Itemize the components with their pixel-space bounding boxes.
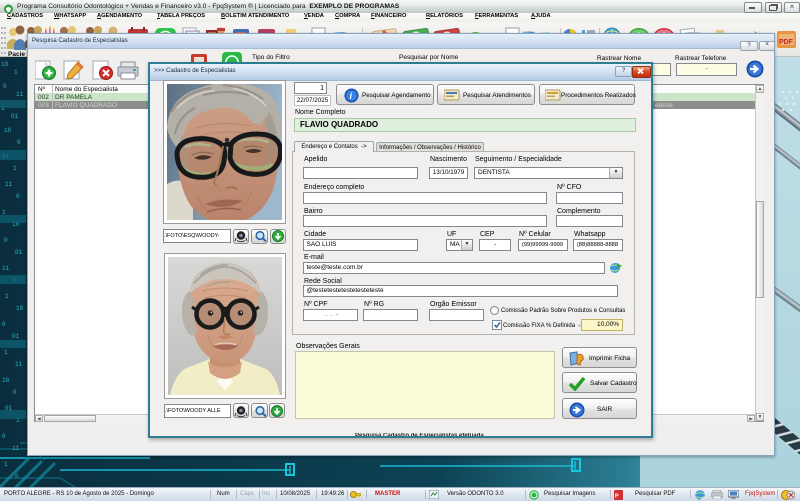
svg-text:PDF: PDF [779, 39, 794, 46]
svg-text:0: 0 [2, 433, 6, 440]
svg-text:0: 0 [2, 321, 6, 328]
svg-text:1: 1 [13, 165, 17, 172]
svg-text:11: 11 [5, 181, 13, 188]
svg-text:11: 11 [15, 361, 23, 368]
svg-text:11: 11 [2, 265, 10, 272]
svg-text:0: 0 [3, 83, 7, 90]
svg-text:01: 01 [12, 333, 20, 340]
svg-text:P: P [615, 494, 619, 500]
svg-text:10: 10 [1, 61, 9, 68]
svg-text:Pacie: Pacie [8, 51, 25, 58]
svg-text:10: 10 [4, 127, 12, 134]
svg-text:1: 1 [4, 461, 8, 468]
svg-text:0: 0 [17, 139, 21, 146]
svg-text:0: 0 [15, 473, 19, 480]
svg-text:1: 1 [14, 69, 18, 76]
svg-text:11: 11 [16, 91, 24, 98]
svg-text:01: 01 [11, 113, 19, 120]
svg-text:1: 1 [4, 349, 8, 356]
svg-text:1: 1 [5, 293, 9, 300]
svg-text:1: 1 [2, 209, 6, 216]
svg-text:01: 01 [15, 249, 23, 256]
svg-text:0: 0 [4, 237, 8, 244]
svg-text:10: 10 [2, 377, 10, 384]
svg-text:0: 0 [13, 389, 17, 396]
svg-text:10: 10 [16, 305, 24, 312]
svg-text:0: 0 [16, 193, 20, 200]
